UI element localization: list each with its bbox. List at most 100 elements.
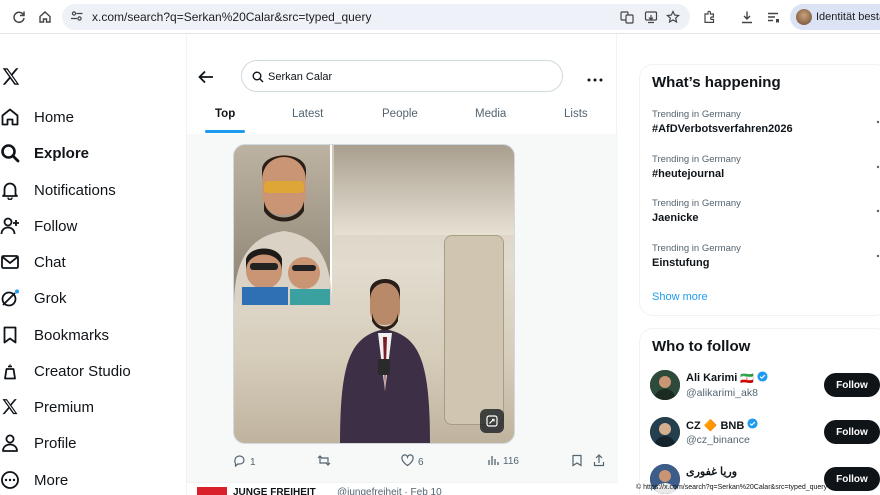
nav-creator-studio[interactable]: Creator Studio — [0, 357, 131, 385]
avatar — [650, 417, 680, 447]
like-button[interactable]: 6 — [401, 454, 424, 470]
nav-bookmarks[interactable]: Bookmarks — [0, 321, 109, 349]
address-bar[interactable]: x.com/search?q=Serkan%20Calar&src=typed_… — [62, 4, 690, 30]
image-edit-icon[interactable] — [480, 409, 504, 433]
tab-people[interactable]: People — [382, 108, 418, 120]
account-handle: @alikarimi_ak8 — [686, 387, 758, 399]
follow-button[interactable]: Follow — [824, 420, 880, 444]
tab-latest[interactable]: Latest — [292, 108, 323, 120]
repost-icon — [317, 454, 331, 470]
trend-name: Einstufung — [652, 257, 710, 269]
tab-media[interactable]: Media — [475, 108, 506, 120]
heart-icon — [401, 454, 414, 470]
nav-profile[interactable]: Profile — [0, 429, 77, 457]
search-box[interactable] — [241, 60, 563, 92]
verified-badge-icon — [757, 371, 768, 385]
trend-more-icon[interactable] — [876, 245, 880, 263]
reply-count: 1 — [250, 456, 256, 468]
main-column: Top Latest People Media Lists — [186, 34, 618, 495]
download-icon[interactable] — [736, 6, 758, 28]
account-name-text: وریا غفوری — [686, 466, 738, 478]
back-arrow-icon[interactable] — [197, 68, 217, 88]
trend-item[interactable]: Trending in Germany #heutejournal — [652, 154, 880, 180]
post-image[interactable] — [233, 144, 515, 444]
x-logo-icon[interactable] — [0, 66, 22, 93]
account-name: Ali Karimi 🇮🇷 — [686, 371, 768, 385]
account-name: وریا غفوری — [686, 465, 737, 478]
next-post[interactable]: JUNGE FREIHEIT @jungefreiheit · Feb 10 — [187, 482, 618, 495]
post-author-handle: @jungefreiheit · Feb 10 — [337, 487, 442, 495]
repost-button[interactable] — [317, 454, 331, 470]
trend-item[interactable]: Trending in Germany #AfDVerbotsverfahren… — [652, 109, 880, 135]
follow-suggestion[interactable]: Ali Karimi 🇮🇷 @alikarimi_ak8 Follow — [650, 367, 880, 407]
nav-label: Follow — [34, 217, 78, 235]
profile-label: Identität bestä — [816, 11, 880, 23]
whats-happening-card: What’s happening Trending in Germany #Af… — [639, 64, 880, 316]
trend-name: #heutejournal — [652, 168, 725, 180]
nav-notifications[interactable]: Notifications — [0, 176, 116, 204]
trend-context: Trending in Germany — [652, 198, 741, 209]
post-actions: 1 6 116 — [233, 454, 613, 474]
reading-list-icon[interactable] — [762, 6, 784, 28]
nav-premium[interactable]: Premium — [0, 393, 94, 421]
more-circle-icon — [0, 470, 20, 490]
more-options-icon[interactable] — [587, 70, 603, 88]
trend-context: Trending in Germany — [652, 109, 741, 120]
translate-icon[interactable] — [618, 8, 636, 26]
browser-toolbar: x.com/search?q=Serkan%20Calar&src=typed_… — [0, 0, 880, 34]
who-to-follow-title: Who to follow — [652, 338, 751, 355]
bookmark-star-icon[interactable] — [664, 8, 682, 26]
follow-suggestion[interactable]: CZ 🔶 BNB @cz_binance Follow — [650, 414, 880, 454]
nav-grok[interactable]: Grok — [0, 284, 67, 312]
nav-label: Home — [34, 108, 75, 126]
extensions-icon[interactable] — [698, 6, 720, 28]
bookmark-post-button[interactable] — [571, 454, 583, 470]
share-button[interactable] — [593, 454, 605, 470]
avatar — [796, 9, 812, 25]
trend-item[interactable]: Trending in Germany Jaenicke — [652, 198, 880, 224]
trend-more-icon[interactable] — [876, 200, 880, 218]
tab-top[interactable]: Top — [215, 108, 235, 120]
who-to-follow-card: Who to follow Ali Karimi 🇮🇷 @alikarimi_a… — [639, 328, 880, 495]
photo-ceiling — [334, 145, 514, 235]
nav-follow[interactable]: Follow — [0, 212, 77, 240]
views-button[interactable]: 116 — [487, 454, 519, 469]
nav-label: Profile — [34, 434, 77, 452]
search-input[interactable] — [268, 67, 548, 87]
reply-button[interactable]: 1 — [233, 454, 256, 470]
follow-button[interactable]: Follow — [824, 373, 880, 397]
nav-home[interactable]: Home — [0, 103, 74, 131]
nav-label: Notifications — [34, 181, 116, 199]
profile-chip[interactable]: Identität bestä — [790, 4, 880, 30]
site-info-icon[interactable] — [70, 9, 84, 28]
show-more-link[interactable]: Show more — [652, 291, 708, 303]
url-text: x.com/search?q=Serkan%20Calar&src=typed_… — [92, 10, 372, 24]
verified-badge-icon — [747, 418, 758, 432]
trend-name: Jaenicke — [652, 212, 699, 224]
bookmark-icon — [0, 325, 20, 345]
trends-title: What’s happening — [652, 74, 781, 91]
nav-chat[interactable]: Chat — [0, 248, 66, 276]
creator-studio-icon — [0, 361, 20, 381]
install-app-icon[interactable] — [642, 8, 660, 26]
trend-more-icon[interactable] — [876, 156, 880, 174]
trend-item[interactable]: Trending in Germany Einstufung — [652, 243, 880, 269]
nav-explore[interactable]: Explore — [0, 139, 89, 167]
nav-label: Chat — [34, 253, 66, 271]
account-name-text: Ali Karimi — [686, 372, 738, 384]
views-chart-icon — [487, 454, 499, 469]
nav-more[interactable]: More — [0, 466, 68, 494]
views-count: 116 — [503, 456, 519, 467]
trend-more-icon[interactable] — [876, 111, 880, 129]
photo-door — [444, 235, 504, 425]
nav-label: Premium — [34, 398, 95, 416]
search-icon — [0, 143, 20, 163]
home-browser-icon[interactable] — [34, 6, 56, 28]
post-author-name: JUNGE FREIHEIT — [233, 487, 316, 495]
home-icon — [0, 107, 20, 127]
reload-icon[interactable] — [8, 6, 30, 28]
account-handle: @cz_binance — [686, 434, 750, 446]
person-icon — [0, 433, 20, 453]
follow-button[interactable]: Follow — [824, 467, 880, 491]
tab-lists[interactable]: Lists — [564, 108, 588, 120]
